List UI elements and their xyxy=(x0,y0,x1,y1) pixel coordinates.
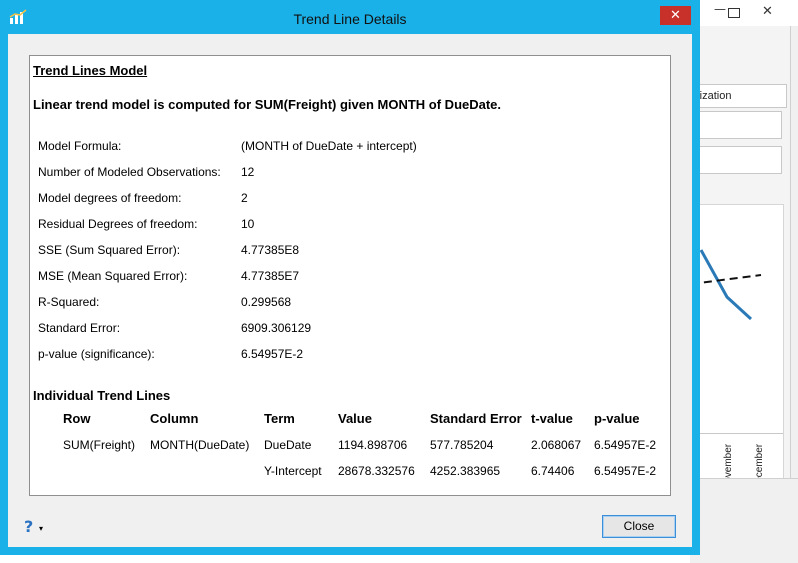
table-cell-column: MONTH(DueDate) xyxy=(150,438,250,452)
stat-value: 0.299568 xyxy=(241,295,292,309)
table-cell-p-value: 6.54957E-2 xyxy=(594,464,657,478)
x-axis xyxy=(691,433,783,434)
stat-value: 6.54957E-2 xyxy=(241,347,304,361)
background-app-window: — ✕ ualization November December xyxy=(690,0,798,563)
column-header-value: Value xyxy=(338,411,372,426)
stat-value: 10 xyxy=(241,217,255,231)
background-titlebar: — ✕ xyxy=(690,0,798,26)
individual-trend-lines-heading: Individual Trend Lines xyxy=(33,388,171,403)
column-header-column: Column xyxy=(150,411,199,426)
chevron-down-icon[interactable]: ▾ xyxy=(39,524,43,533)
trend-chart-svg xyxy=(691,249,762,321)
background-footer xyxy=(690,478,798,509)
column-header-standard-error: Standard Error xyxy=(430,411,522,426)
stat-value: 2 xyxy=(241,191,248,205)
details-panel: Trend Lines Model Linear trend model is … xyxy=(29,55,671,496)
stat-label: Residual Degrees of freedom: xyxy=(38,217,198,231)
table-cell-term: Y-Intercept xyxy=(264,464,322,478)
background-panel: ualization November December xyxy=(690,26,791,506)
column-header-p-value: p-value xyxy=(594,411,640,426)
visualization-tab[interactable]: ualization xyxy=(690,84,787,108)
close-icon[interactable]: ✕ xyxy=(660,6,691,25)
stat-label: Model degrees of freedom: xyxy=(38,191,182,205)
dialog-client-area: Trend Lines Model Linear trend model is … xyxy=(8,34,692,547)
trend-line xyxy=(691,274,762,285)
close-button[interactable]: Close xyxy=(602,515,676,538)
minimize-icon[interactable]: — xyxy=(714,2,726,16)
dialog-title: Trend Line Details xyxy=(293,11,407,27)
table-cell-t-value: 2.068067 xyxy=(531,438,582,452)
help-icon[interactable]: ? xyxy=(24,517,33,536)
stat-label: SSE (Sum Squared Error): xyxy=(38,243,181,257)
table-cell-standard-error: 577.785204 xyxy=(430,438,494,452)
table-cell-term: DueDate xyxy=(264,438,312,452)
model-description: Linear trend model is computed for SUM(F… xyxy=(33,97,502,112)
stat-value: 6909.306129 xyxy=(241,321,312,335)
maximize-icon[interactable] xyxy=(728,8,740,18)
trend-line-details-dialog: Trend Line Details ✕ Trend Lines Model L… xyxy=(0,0,700,555)
series-line xyxy=(699,249,753,321)
table-cell-value: 28678.332576 xyxy=(338,464,415,478)
stat-value: 4.77385E7 xyxy=(241,269,300,283)
dialog-titlebar[interactable]: Trend Line Details ✕ xyxy=(0,0,700,34)
stat-label: Standard Error: xyxy=(38,321,121,335)
table-cell-p-value: 6.54957E-2 xyxy=(594,438,657,452)
stat-value: (MONTH of DueDate + intercept) xyxy=(241,139,417,153)
stat-value: 12 xyxy=(241,165,255,179)
column-header-term: Term xyxy=(264,411,295,426)
table-cell-standard-error: 4252.383965 xyxy=(430,464,501,478)
stat-label: Model Formula: xyxy=(38,139,122,153)
background-field-1[interactable] xyxy=(690,111,782,139)
table-cell-t-value: 6.74406 xyxy=(531,464,575,478)
stat-label: R-Squared: xyxy=(38,295,100,309)
model-heading: Trend Lines Model xyxy=(33,63,148,78)
column-header-row: Row xyxy=(63,411,91,426)
stat-label: MSE (Mean Squared Error): xyxy=(38,269,188,283)
column-header-t-value: t-value xyxy=(531,411,573,426)
stat-value: 4.77385E8 xyxy=(241,243,300,257)
background-field-2[interactable] xyxy=(690,146,782,174)
background-close-icon[interactable]: ✕ xyxy=(762,4,773,19)
table-cell-row: SUM(Freight) xyxy=(63,438,136,452)
stat-label: p-value (significance): xyxy=(38,347,155,361)
stat-label: Number of Modeled Observations: xyxy=(38,165,221,179)
background-chart: November December xyxy=(690,204,784,496)
table-cell-value: 1194.898706 xyxy=(338,438,408,452)
